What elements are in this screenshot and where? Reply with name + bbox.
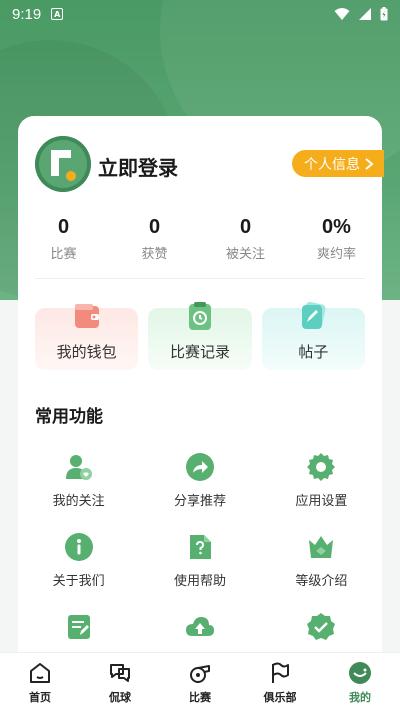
personal-info-label: 个人信息 <box>304 156 360 173</box>
shortcut-label: 我的钱包 <box>56 343 117 361</box>
stat-label: 爽约率 <box>316 247 356 262</box>
battery-icon <box>380 7 388 21</box>
signal-icon <box>359 8 371 20</box>
function-label: 分享推荐 <box>173 494 226 509</box>
stat-label: 比赛 <box>50 247 77 262</box>
follow-icon <box>65 455 92 480</box>
section-title: 常用功能 <box>35 407 103 427</box>
function-settings[interactable]: 应用设置 <box>261 452 382 510</box>
tab-home[interactable]: 首页 <box>0 653 80 712</box>
stat-no-show-rate[interactable]: 0% 爽约率 <box>291 216 382 266</box>
tab-label: 首页 <box>29 690 51 704</box>
chat-icon <box>110 663 130 682</box>
divider <box>35 278 365 279</box>
shortcut-label: 帖子 <box>298 343 329 361</box>
profile-icon <box>349 661 371 684</box>
stat-value: 0 <box>239 216 252 238</box>
function-grid: 我的关注 分享推荐 应用设置 关于我们 使用帮助 等级介绍 <box>18 452 382 670</box>
login-prompt[interactable]: 立即登录 <box>98 152 178 181</box>
gear-icon <box>307 453 336 481</box>
verified-badge-icon <box>307 613 336 640</box>
function-label: 我的关注 <box>52 494 105 509</box>
match-record-icon <box>188 302 211 330</box>
status-bar: 9:19 A <box>0 0 400 28</box>
tab-label: 我的 <box>349 690 371 704</box>
help-icon <box>189 535 211 559</box>
chevron-right-icon <box>365 157 374 170</box>
function-about[interactable]: 关于我们 <box>18 532 139 590</box>
function-level[interactable]: 等级介绍 <box>261 532 382 590</box>
function-label: 等级介绍 <box>295 574 348 589</box>
personal-info-button[interactable]: 个人信息 <box>292 150 384 177</box>
notification-a-icon: A <box>51 8 64 20</box>
profile-card: 立即登录 个人信息 0 比赛 0 获赞 0 被关注 0% 爽约率 我的钱包 比赛… <box>18 116 384 676</box>
shortcut-posts[interactable]: 帖子 <box>261 301 365 370</box>
stat-likes[interactable]: 0 获赞 <box>109 216 200 266</box>
stat-matches[interactable]: 0 比赛 <box>18 216 109 266</box>
function-label: 使用帮助 <box>173 574 226 589</box>
tab-chat[interactable]: 侃球 <box>80 653 160 712</box>
tab-label: 侃球 <box>109 690 131 704</box>
whistle-icon <box>190 664 210 683</box>
stat-value: 0% <box>322 216 351 238</box>
avatar[interactable] <box>35 136 91 192</box>
status-time: 9:19 <box>12 5 42 23</box>
shortcut-wallet[interactable]: 我的钱包 <box>35 304 139 370</box>
wifi-icon <box>334 8 350 20</box>
stat-value: 0 <box>148 216 161 238</box>
cloud-upload-icon <box>185 617 214 636</box>
edit-note-icon <box>67 615 90 639</box>
info-icon <box>64 533 93 561</box>
level-icon <box>309 536 334 558</box>
stat-followers[interactable]: 0 被关注 <box>200 216 291 266</box>
tab-label: 比赛 <box>189 690 211 704</box>
function-follow[interactable]: 我的关注 <box>18 452 139 510</box>
shortcut-label: 比赛记录 <box>169 343 230 361</box>
tab-match[interactable]: 比赛 <box>160 653 240 712</box>
function-label: 应用设置 <box>295 494 348 509</box>
share-icon <box>185 453 214 481</box>
flag-icon <box>272 662 289 683</box>
tab-mine[interactable]: 我的 <box>320 653 400 712</box>
stat-value: 0 <box>57 216 70 238</box>
shortcut-row: 我的钱包 比赛记录 帖子 <box>35 301 365 370</box>
tab-club[interactable]: 俱乐部 <box>240 653 320 712</box>
wallet-icon <box>74 304 99 328</box>
function-share[interactable]: 分享推荐 <box>139 452 260 510</box>
shortcut-match-record[interactable]: 比赛记录 <box>148 302 252 370</box>
post-icon <box>302 301 326 329</box>
stats-row: 0 比赛 0 获赞 0 被关注 0% 爽约率 <box>18 216 382 266</box>
home-icon <box>30 662 50 683</box>
function-label: 关于我们 <box>52 574 105 589</box>
bottom-tab-bar: 首页 侃球 比赛 俱乐部 我的 <box>0 652 400 712</box>
function-help[interactable]: 使用帮助 <box>139 532 260 590</box>
stat-label: 被关注 <box>225 247 265 262</box>
stat-label: 获赞 <box>141 247 168 262</box>
tab-label: 俱乐部 <box>263 690 297 704</box>
